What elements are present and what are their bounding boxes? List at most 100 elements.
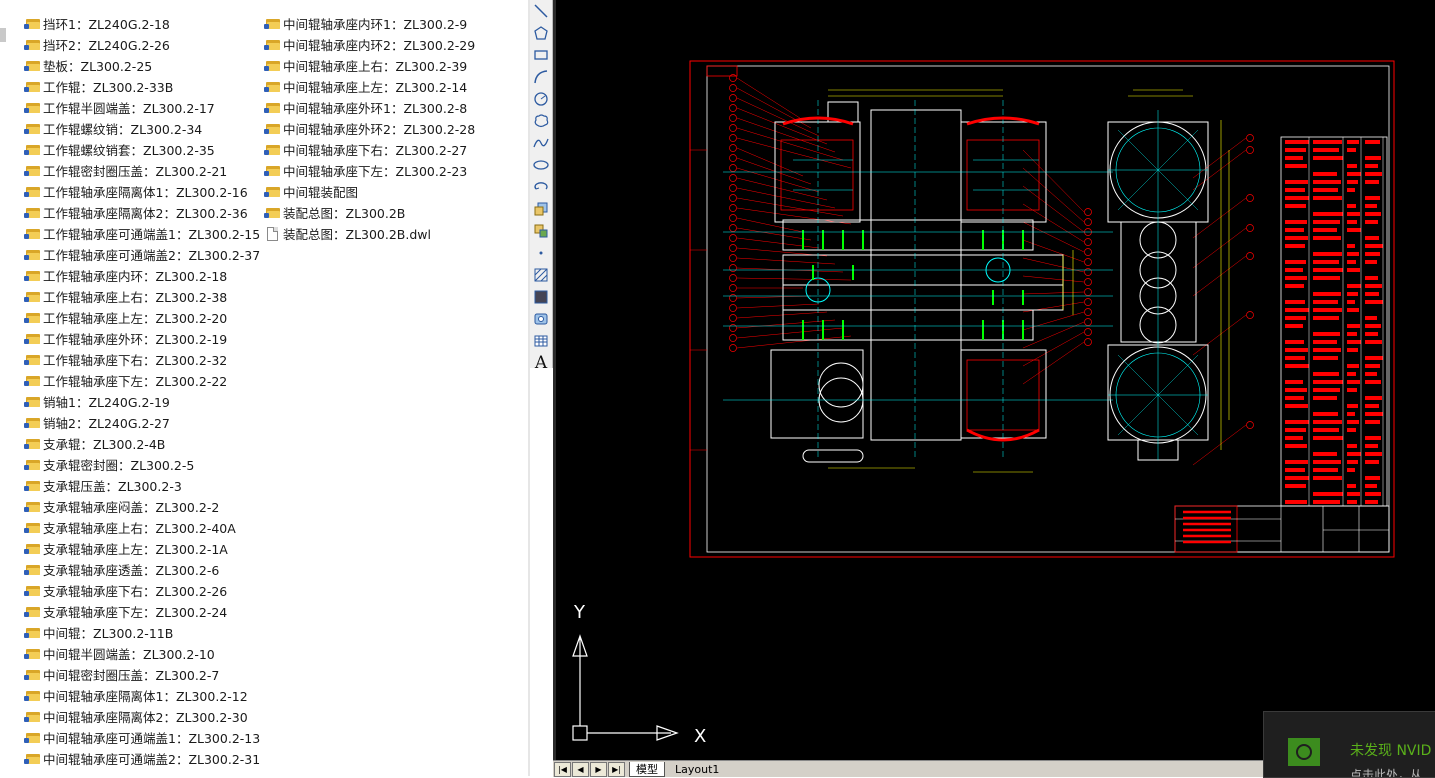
folder-item[interactable]: 支承辊轴承座透盖：ZL300.2-6 bbox=[24, 559, 260, 580]
nvidia-notification[interactable]: 未发现 NVID 点击此处，从 bbox=[1263, 711, 1435, 778]
folder-item[interactable]: 工作辊密封圈压盖：ZL300.2-21 bbox=[24, 160, 260, 181]
parts-list-cell bbox=[1365, 436, 1381, 440]
revision-cloud-icon[interactable] bbox=[530, 110, 552, 132]
parts-list-cell bbox=[1347, 380, 1360, 384]
parts-list-cell bbox=[1313, 140, 1342, 144]
item-label: 工作辊轴承座隔离体2：ZL300.2-36 bbox=[43, 206, 248, 221]
folder-item[interactable]: 垫板：ZL300.2-25 bbox=[24, 55, 260, 76]
spline-icon[interactable] bbox=[530, 132, 552, 154]
folder-item[interactable]: 支承辊轴承座上右：ZL300.2-40A bbox=[24, 517, 260, 538]
folder-item[interactable]: 中间辊半圆端盖：ZL300.2-10 bbox=[24, 643, 260, 664]
folder-item[interactable]: 中间辊轴承座上右：ZL300.2-39 bbox=[264, 55, 475, 76]
tab-layout1[interactable]: Layout1 bbox=[669, 762, 726, 776]
parts-list-cell bbox=[1285, 156, 1303, 160]
parts-list-cell bbox=[1313, 356, 1338, 360]
next-tab-button[interactable]: ▶ bbox=[590, 761, 607, 777]
folder-item[interactable]: 工作辊螺纹销：ZL300.2-34 bbox=[24, 118, 260, 139]
first-tab-button[interactable]: |◀ bbox=[554, 761, 571, 777]
folder-icon bbox=[24, 732, 40, 743]
item-label: 工作辊密封圈压盖：ZL300.2-21 bbox=[43, 164, 228, 179]
drawing-canvas[interactable]: Y X bbox=[553, 0, 1435, 760]
folder-item[interactable]: 工作辊轴承座内环：ZL300.2-18 bbox=[24, 265, 260, 286]
folder-icon bbox=[24, 81, 40, 92]
folder-item[interactable]: 工作辊轴承座可通端盖2：ZL300.2-37 bbox=[24, 244, 260, 265]
folder-item[interactable]: 中间辊轴承座外环1：ZL300.2-8 bbox=[264, 97, 475, 118]
parts-list-cell bbox=[1285, 356, 1305, 360]
folder-item[interactable]: 中间辊轴承座下左：ZL300.2-23 bbox=[264, 160, 475, 181]
folder-item[interactable]: 工作辊半圆端盖：ZL300.2-17 bbox=[24, 97, 260, 118]
folder-item[interactable]: 支承辊轴承座上左：ZL300.2-1A bbox=[24, 538, 260, 559]
folder-item[interactable]: 中间辊轴承座可通端盖1：ZL300.2-13 bbox=[24, 727, 260, 748]
parts-list-cell bbox=[1347, 212, 1360, 216]
folder-item[interactable]: 挡环1：ZL240G.2-18 bbox=[24, 13, 260, 34]
ucs-y-label: Y bbox=[573, 602, 586, 623]
circle-icon[interactable] bbox=[530, 88, 552, 110]
folder-item[interactable]: 中间辊轴承座隔离体1：ZL300.2-12 bbox=[24, 685, 260, 706]
polygon-icon[interactable] bbox=[530, 22, 552, 44]
balloon bbox=[1246, 194, 1254, 202]
folder-item[interactable]: 中间辊轴承座下右：ZL300.2-27 bbox=[264, 139, 475, 160]
folder-item[interactable]: 中间辊轴承座外环2：ZL300.2-28 bbox=[264, 118, 475, 139]
folder-item[interactable]: 支承辊轴承座下左：ZL300.2-24 bbox=[24, 601, 260, 622]
folder-item[interactable]: 支承辊轴承座下右：ZL300.2-26 bbox=[24, 580, 260, 601]
folder-item[interactable]: 支承辊：ZL300.2-4B bbox=[24, 433, 260, 454]
folder-item[interactable]: 工作辊轴承座下左：ZL300.2-22 bbox=[24, 370, 260, 391]
folder-item[interactable]: 中间辊轴承座隔离体2：ZL300.2-30 bbox=[24, 706, 260, 727]
parts-list-cell bbox=[1365, 500, 1378, 504]
arc-icon[interactable] bbox=[530, 66, 552, 88]
parts-list-cell bbox=[1347, 460, 1358, 464]
last-tab-button[interactable]: ▶| bbox=[608, 761, 625, 777]
folder-item[interactable]: 支承辊轴承座闷盖：ZL300.2-2 bbox=[24, 496, 260, 517]
point-icon[interactable] bbox=[530, 242, 552, 264]
item-label: 支承辊轴承座上右：ZL300.2-40A bbox=[43, 521, 236, 536]
folder-item[interactable]: 中间辊轴承座可通端盖2：ZL300.2-31 bbox=[24, 748, 260, 769]
folder-item[interactable]: 工作辊：ZL300.2-33B bbox=[24, 76, 260, 97]
folder-item[interactable]: 工作辊轴承座隔离体2：ZL300.2-36 bbox=[24, 202, 260, 223]
line-tool-icon[interactable] bbox=[530, 0, 552, 22]
parts-list-cell bbox=[1313, 460, 1341, 464]
parts-list-cell bbox=[1313, 172, 1337, 176]
folder-item[interactable]: 中间辊：ZL300.2-11B bbox=[24, 622, 260, 643]
prev-tab-button[interactable]: ◀ bbox=[572, 761, 589, 777]
file-item[interactable]: 装配总图：ZL300.2B.dwl bbox=[266, 223, 475, 244]
ellipse-icon[interactable] bbox=[530, 154, 552, 176]
insert-block-icon[interactable] bbox=[530, 198, 552, 220]
folder-item[interactable]: 工作辊轴承座上右：ZL300.2-38 bbox=[24, 286, 260, 307]
folder-item[interactable]: 工作辊轴承座下右：ZL300.2-32 bbox=[24, 349, 260, 370]
folder-item[interactable]: 装配总图：ZL300.2B bbox=[264, 202, 475, 223]
ucs-icon bbox=[572, 634, 679, 741]
leader-line bbox=[736, 227, 812, 241]
folder-item[interactable]: 销轴2：ZL240G.2-27 bbox=[24, 412, 260, 433]
folder-item[interactable]: 中间辊轴承座内环1：ZL300.2-9 bbox=[264, 13, 475, 34]
table-icon[interactable] bbox=[530, 330, 552, 352]
hatch-icon[interactable] bbox=[530, 264, 552, 286]
folder-item[interactable]: 中间辊密封圈压盖：ZL300.2-7 bbox=[24, 664, 260, 685]
folder-item[interactable]: 中间辊轴承座内环2：ZL300.2-29 bbox=[264, 34, 475, 55]
folder-item[interactable]: 挡环2：ZL240G.2-26 bbox=[24, 34, 260, 55]
folder-item[interactable]: 中间辊轴承座上左：ZL300.2-14 bbox=[264, 76, 475, 97]
item-label: 中间辊装配图 bbox=[283, 185, 359, 200]
folder-item[interactable]: 销轴1：ZL240G.2-19 bbox=[24, 391, 260, 412]
ellipse-arc-icon[interactable] bbox=[530, 176, 552, 198]
leader-line bbox=[736, 257, 836, 265]
balloon bbox=[729, 264, 737, 272]
parts-list-cell bbox=[1313, 196, 1342, 200]
parts-list-cell bbox=[1285, 428, 1306, 432]
gradient-icon[interactable] bbox=[530, 286, 552, 308]
region-icon[interactable] bbox=[530, 308, 552, 330]
folder-item[interactable]: 支承辊密封圈：ZL300.2-5 bbox=[24, 454, 260, 475]
folder-item[interactable]: 工作辊轴承座上左：ZL300.2-20 bbox=[24, 307, 260, 328]
make-block-icon[interactable] bbox=[530, 220, 552, 242]
rectangle-icon[interactable] bbox=[530, 44, 552, 66]
balloon bbox=[729, 94, 737, 102]
parts-list-cell bbox=[1365, 196, 1380, 200]
tab-model[interactable]: 模型 bbox=[629, 761, 665, 777]
folder-item[interactable]: 工作辊轴承座隔离体1：ZL300.2-16 bbox=[24, 181, 260, 202]
folder-item[interactable]: 工作辊轴承座外环：ZL300.2-19 bbox=[24, 328, 260, 349]
folder-item[interactable]: 工作辊轴承座可通端盖1：ZL300.2-15 bbox=[24, 223, 260, 244]
item-label: 工作辊轴承座下左：ZL300.2-22 bbox=[43, 374, 228, 389]
folder-item[interactable]: 中间辊装配图 bbox=[264, 181, 475, 202]
folder-item[interactable]: 工作辊螺纹销套：ZL300.2-35 bbox=[24, 139, 260, 160]
folder-item[interactable]: 支承辊压盖：ZL300.2-3 bbox=[24, 475, 260, 496]
folder-icon bbox=[24, 459, 40, 470]
